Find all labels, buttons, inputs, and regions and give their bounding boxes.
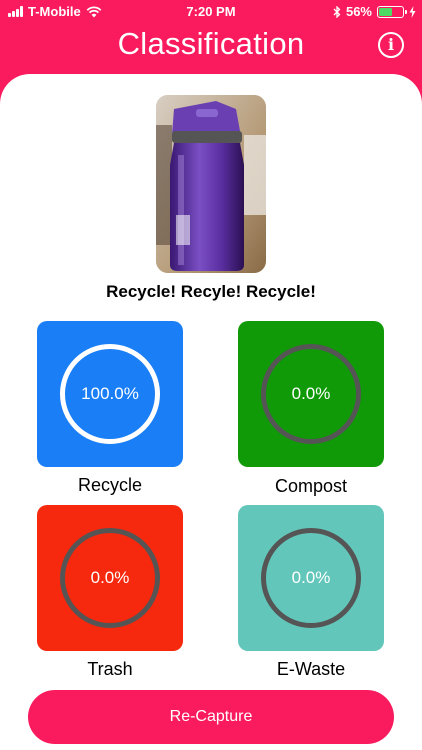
trash-progress-ring: 0.0% — [60, 528, 160, 628]
e-waste-percentage: 0.0% — [291, 568, 331, 587]
e-waste-tile: 0.0% — [238, 505, 384, 651]
compost-tile: 0.0% — [238, 321, 384, 467]
classification-card: Recycle! Recyle! Recycle! 100.0% Recycle… — [0, 74, 422, 750]
battery-level — [379, 7, 392, 16]
recycle-label: Recycle — [77, 475, 143, 495]
water-bottle-image — [156, 95, 266, 273]
page-title: Classification — [117, 26, 305, 61]
battery-icon — [377, 5, 407, 18]
trash-tile: 0.0% — [37, 505, 183, 651]
e-waste-progress-ring: 0.0% — [261, 528, 361, 628]
charging-bolt-icon — [409, 5, 416, 18]
recapture-button[interactable]: Re-Capture — [28, 690, 394, 744]
trash-percentage: 0.0% — [90, 568, 130, 587]
recycle-tile: 100.0% — [37, 321, 183, 467]
recycle-progress-ring: 100.0% — [60, 344, 160, 444]
status-bar: T-Mobile 7:20 PM 56% — [0, 0, 422, 24]
captured-photo — [156, 95, 266, 273]
compost-progress-ring: 0.0% — [261, 344, 361, 444]
compost-percentage: 0.0% — [291, 384, 331, 403]
status-right: 56% — [333, 4, 416, 19]
compost-label: Compost — [274, 476, 348, 496]
trash-label: Trash — [87, 659, 133, 679]
battery-percent: 56% — [345, 4, 372, 19]
info-icon[interactable]: i — [378, 32, 404, 58]
bluetooth-icon — [333, 5, 341, 18]
e-waste-label: E-Waste — [276, 659, 346, 679]
recycle-percentage: 100.0% — [81, 384, 139, 403]
classification-headline: Recycle! Recyle! Recycle! — [106, 282, 316, 301]
